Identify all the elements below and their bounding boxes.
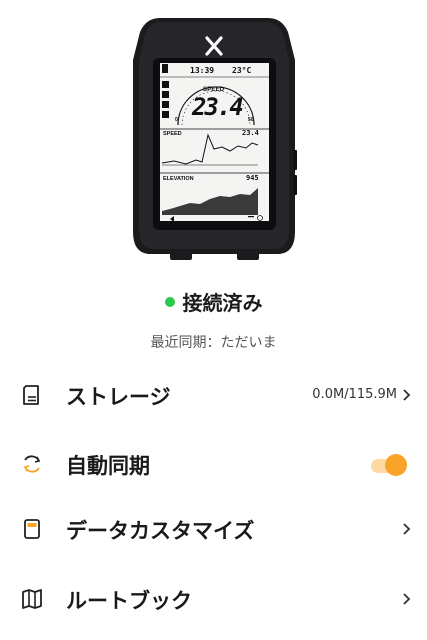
status-dot-icon bbox=[164, 297, 175, 307]
elevation-graph-fill bbox=[162, 188, 258, 215]
menu-item-auto-sync: 自動同期 bbox=[0, 435, 427, 495]
auto-sync-label: 自動同期 bbox=[66, 454, 150, 478]
device-preview: 13:39 23°C SPEED 23.4 0 50 SPEED 23.4 EL… bbox=[0, 0, 427, 275]
storage-value: 0.0M/115.9M bbox=[312, 387, 397, 402]
device-screen: 13:39 23°C SPEED 23.4 0 50 SPEED 23.4 EL… bbox=[160, 63, 269, 221]
elevation-field-label: ELEVATION bbox=[163, 176, 194, 182]
menu-item-data-customize[interactable]: データカスタマイズ bbox=[0, 500, 427, 560]
auto-sync-toggle[interactable] bbox=[367, 453, 407, 477]
toggle-knob bbox=[385, 454, 407, 476]
elevation-field-value: 945 bbox=[246, 174, 259, 182]
route-book-label: ルートブック bbox=[66, 589, 192, 613]
speed-field-value: 23.4 bbox=[242, 129, 259, 137]
connection-status-text: 接続済み bbox=[182, 291, 263, 315]
connection-status: 接続済み bbox=[0, 287, 427, 316]
device-time: 13:39 bbox=[190, 66, 215, 75]
storage-label: ストレージ bbox=[66, 385, 171, 409]
data-customize-label: データカスタマイズ bbox=[66, 519, 255, 543]
gauge-min: 0 bbox=[175, 117, 178, 123]
chevron-right-icon bbox=[403, 523, 411, 535]
sync-icon bbox=[23, 455, 41, 473]
speed-value: 23.4 bbox=[192, 93, 244, 121]
device-screen-icon bbox=[24, 519, 40, 539]
speed-graph-line bbox=[161, 133, 259, 165]
chevron-right-icon bbox=[403, 389, 411, 401]
last-sync-text: 最近同期：ただいま bbox=[150, 335, 277, 351]
menu-item-route-book[interactable]: ルートブック bbox=[0, 570, 427, 630]
sd-card-icon bbox=[23, 385, 39, 405]
speed-field-label: SPEED bbox=[163, 131, 182, 137]
gauge-max: 50 bbox=[248, 117, 254, 123]
device-status-bar: 13:39 23°C bbox=[160, 63, 269, 78]
device-temperature: 23°C bbox=[232, 66, 252, 75]
menu-item-storage[interactable]: ストレージ 0.0M/115.9M bbox=[0, 366, 427, 426]
chevron-right-icon bbox=[403, 593, 411, 605]
map-icon bbox=[22, 589, 42, 609]
